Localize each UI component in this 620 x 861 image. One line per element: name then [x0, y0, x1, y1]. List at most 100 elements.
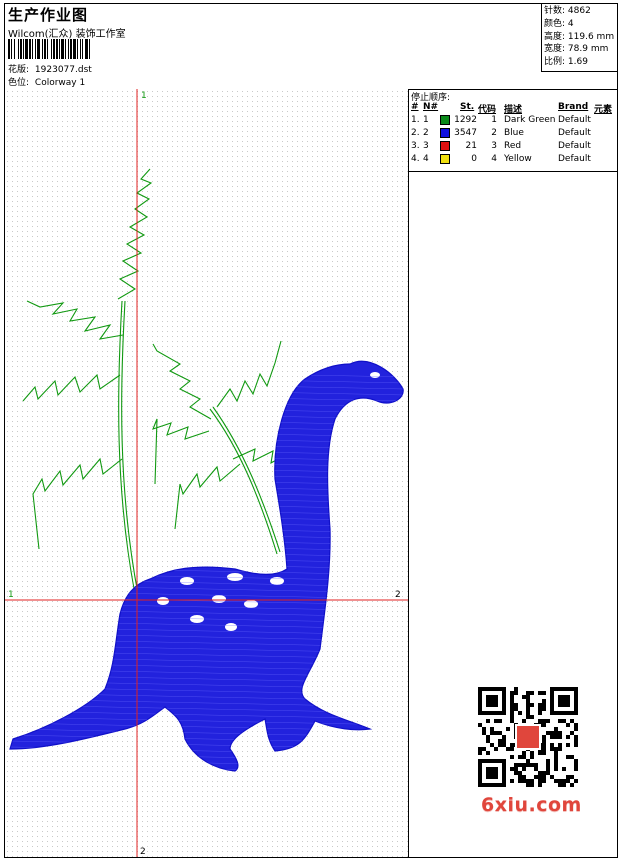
design-file-row: 花版: 1923077.dst — [8, 62, 92, 75]
design-canvas[interactable]: 1 1 2 2 — [5, 89, 409, 857]
col-header-brand: Brand — [558, 102, 589, 112]
stitch-line — [10, 464, 404, 474]
row-description: Yellow — [504, 154, 532, 164]
row-brand: Default — [558, 154, 591, 164]
row-code: 2 — [491, 128, 497, 138]
company-name: Wilcom(汇众) 装饰工作室 — [8, 29, 126, 40]
col-header-needle: N# — [423, 102, 439, 112]
axis-label-top: 1 — [141, 91, 147, 101]
spot — [370, 372, 380, 378]
fern-frond-lower — [174, 463, 241, 530]
stitch-line — [10, 416, 404, 426]
fern-frond-left-1 — [26, 300, 124, 340]
spot — [244, 600, 258, 608]
row-needle: 3 — [423, 141, 429, 151]
stitch-line — [10, 422, 404, 432]
stitch-line — [10, 434, 404, 444]
colorway-row: 色位: Colorway 1 — [8, 75, 85, 88]
fern-frond-center — [152, 343, 212, 420]
stat-colors: 颜色: 4 — [544, 18, 574, 29]
spot — [157, 597, 169, 605]
row-stitch-count: 21 — [465, 141, 477, 151]
stitch-line — [10, 512, 404, 522]
row-stitch-count: 3547 — [454, 128, 477, 138]
col-header-index: # — [411, 102, 419, 112]
row-description: Red — [504, 141, 522, 151]
dinosaur-embroidery — [9, 360, 404, 772]
row-brand: Default — [558, 128, 591, 138]
embroidery-preview: 1 1 2 2 — [5, 89, 408, 857]
dinosaur-body — [9, 360, 404, 772]
spot — [227, 573, 243, 581]
row-needle: 4 — [423, 154, 429, 164]
stat-scale: 比例: 1.69 — [544, 57, 588, 68]
row-brand: Default — [558, 115, 591, 125]
fern-stem-2 — [121, 300, 139, 595]
stat-stitches: 针数: 4862 — [544, 6, 591, 16]
color-swatch — [440, 115, 450, 125]
color-swatch — [440, 154, 450, 164]
qr-code — [473, 682, 583, 792]
fern-stem-1 — [118, 300, 136, 595]
row-index: 4. — [411, 154, 420, 164]
design-label: 花版: — [8, 65, 30, 75]
spot — [225, 623, 237, 631]
stitch-line — [10, 428, 404, 438]
row-code: 1 — [491, 115, 497, 125]
stitch-line — [10, 458, 404, 468]
colorway-value: Colorway 1 — [34, 78, 86, 88]
row-color-swatch — [440, 141, 450, 152]
row-description: Blue — [504, 128, 524, 138]
stitch-line — [10, 530, 404, 540]
axis-label-right: 2 — [395, 590, 401, 600]
row-index: 2. — [411, 128, 420, 138]
col-header-stitches: St. — [460, 102, 475, 112]
stitch-line — [10, 764, 404, 771]
row-color-swatch — [440, 128, 450, 139]
stitch-line — [10, 542, 404, 552]
color-swatch — [440, 128, 450, 138]
stitch-line — [10, 488, 404, 498]
row-description: Dark Green — [504, 115, 556, 125]
row-needle: 2 — [423, 128, 429, 138]
stitch-line — [10, 410, 404, 420]
row-color-swatch — [440, 154, 450, 165]
row-stitch-count: 1292 — [454, 115, 477, 125]
sheet-header: 生产作业图 Wilcom(汇众) 装饰工作室 花版: 1923077.dst 色… — [5, 4, 617, 90]
row-code: 4 — [491, 154, 497, 164]
fern-frond-left-3 — [32, 457, 123, 550]
spot — [180, 577, 194, 585]
spot — [212, 595, 226, 603]
col-header-code: 代码 — [478, 105, 497, 115]
row-index: 3. — [411, 141, 420, 151]
fern-frond-top — [117, 168, 153, 300]
axis-label-bottom: 2 — [140, 847, 146, 857]
row-stitch-count: 0 — [471, 154, 477, 164]
stitch-line — [10, 482, 404, 492]
stitch-line — [10, 440, 404, 450]
colorway-label: 色位: — [8, 78, 30, 88]
stitch-line — [10, 404, 404, 414]
stitch-line — [10, 452, 404, 462]
barcode — [8, 39, 146, 59]
stop-sequence-panel: 停止顺序: # N# St. 代码 描述 Brand 元素 1. 1 1292 1 Da… — [409, 89, 617, 172]
row-index: 1. — [411, 115, 420, 125]
stitch-line — [10, 500, 404, 510]
stitch-line — [10, 548, 404, 558]
fern-frond-right — [216, 340, 282, 408]
fern-embroidery — [22, 168, 288, 595]
watermark-text: 6xiu.com — [481, 794, 582, 816]
row-brand: Default — [558, 141, 591, 151]
col-header-description: 描述 — [504, 105, 523, 115]
stitch-line — [10, 446, 404, 456]
stat-height: 高度: 119.6 mm — [544, 31, 615, 42]
fern-frond-left-2 — [22, 373, 121, 402]
qr-logo — [515, 724, 541, 750]
row-code: 3 — [491, 141, 497, 151]
stitch-line — [10, 536, 404, 546]
color-swatch — [440, 141, 450, 151]
design-stats: 针数: 4862 颜色: 4 高度: 119.6 mm 宽度: 78.9 mm … — [541, 4, 617, 72]
production-sheet: 生产作业图 Wilcom(汇众) 装饰工作室 花版: 1923077.dst 色… — [4, 3, 618, 858]
row-needle: 1 — [423, 115, 429, 125]
stitch-line — [10, 524, 404, 534]
